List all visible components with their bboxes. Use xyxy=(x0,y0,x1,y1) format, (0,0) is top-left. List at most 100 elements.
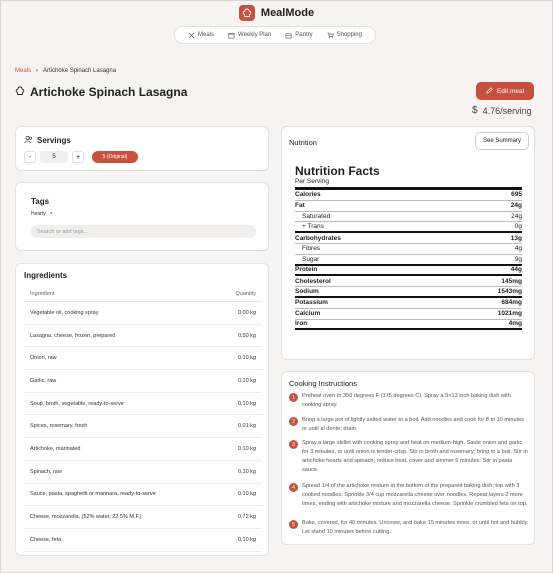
nutrient-label: Saturated xyxy=(302,212,331,220)
page-title: Artichoke Spinach Lasagna xyxy=(30,85,188,99)
nutrient-label: Iron xyxy=(295,320,308,328)
servings-input[interactable]: 5 xyxy=(40,151,68,163)
nutrient-label: Sodium xyxy=(295,288,319,296)
instruction-step: 1 Preheat oven to 350 degrees F (175 degr… xyxy=(289,392,529,410)
table-row: Soup, broth, vegetable, ready-to-serve 0.… xyxy=(24,393,262,416)
pencil-icon xyxy=(486,86,493,96)
nutrient-label: Protein xyxy=(295,266,318,274)
ingredient-quantity: 0.10 kg xyxy=(237,400,256,407)
nav-item-weekly-plan[interactable]: Weekly Plan xyxy=(228,32,271,39)
ingredients-card: Ingredients Ingredient Quantity Vegetabl… xyxy=(15,263,269,556)
ingredient-name: Spinach, raw xyxy=(30,468,62,475)
nutrient-label: Fibres xyxy=(302,245,321,253)
nutrient-value: 44g xyxy=(510,266,522,274)
nutrition-row: Fat 24g xyxy=(295,201,522,212)
nav-item-meals[interactable]: Meals xyxy=(188,32,214,39)
nutrition-row: Carbohydrates 13g xyxy=(295,233,522,244)
table-row: Artichoke, marinated 0.10 kg xyxy=(24,438,262,461)
nutrient-label: Calcium xyxy=(295,310,321,318)
reset-original-servings-button[interactable]: 5 (Original) xyxy=(92,151,138,163)
cart-icon xyxy=(327,32,334,38)
step-text: Spray a large skillet with cooking spray… xyxy=(302,440,528,473)
nutrient-value: 9g xyxy=(514,255,522,263)
nutrient-value: 0g xyxy=(514,223,522,231)
calendar-icon xyxy=(228,32,235,38)
table-row: Spices, rosemary, fresh 0.01 kg xyxy=(24,415,262,439)
nutrition-row: Saturated 24g xyxy=(295,212,522,223)
step-text: Bring a large pot of lightly salted wate… xyxy=(302,417,525,432)
servings-card: Servings - 5 + 5 (Original) xyxy=(15,126,269,171)
tags-title: Tags xyxy=(31,197,50,206)
ingredient-name: Cheese, feta xyxy=(30,536,62,543)
nutrition-title: Nutrition xyxy=(289,138,317,147)
nutrition-row: Calcium 1021mg xyxy=(295,309,522,320)
nutrition-row: + Trans 0g xyxy=(295,222,522,234)
instruction-step: 3 Spray a large skillet with cooking spra… xyxy=(289,439,529,475)
ingredient-quantity: 0.72 kg xyxy=(237,514,256,521)
step-number: 2 xyxy=(289,417,298,426)
ingredient-name: Vegetable oil, cooking spray xyxy=(30,309,99,316)
nutrient-label: Cholesterol xyxy=(295,277,331,285)
table-row: Spinach, raw 0.10 kg xyxy=(24,461,262,484)
table-header: Ingredient Quantity xyxy=(24,286,262,302)
nutrition-row: Iron 4mg xyxy=(295,320,522,331)
tags-card: Tags Hearty × Search or add tags... xyxy=(15,182,269,251)
step-number: 1 xyxy=(289,393,298,402)
table-row: Sauce, pasta, spaghetti or marinara, rea… xyxy=(24,484,262,507)
cooking-instructions-card: Cooking Instructions 1 Preheat oven to 35… xyxy=(281,371,535,545)
ingredients-title: Ingredients xyxy=(24,271,68,280)
step-text: Bake, covered, for 40 minutes. Uncover, … xyxy=(302,520,529,535)
ingredient-name: Lasagna, cheese, frozen, prepared xyxy=(30,332,116,339)
nutrient-value: 145mg xyxy=(501,277,522,285)
ingredient-quantity: 0.10 kg xyxy=(237,355,256,362)
see-summary-button[interactable]: See Summary xyxy=(475,132,529,150)
step-text: Preheat oven to 350 degrees F (175 degre… xyxy=(302,393,511,408)
brand[interactable]: MealMode xyxy=(0,5,553,21)
nutrition-facts-title: Nutrition Facts xyxy=(295,164,380,178)
nutrient-value: 1021mg xyxy=(497,310,522,318)
chef-hat-icon xyxy=(238,5,255,21)
tag-search-input[interactable]: Search or add tags... xyxy=(31,225,256,238)
nutrient-label: Fat xyxy=(295,202,305,210)
ingredient-quantity: 0.01 kg xyxy=(237,423,256,430)
chef-hat-icon xyxy=(15,83,25,101)
remove-tag-icon[interactable]: × xyxy=(50,211,53,217)
nutrient-label: Potassium xyxy=(295,299,328,307)
ingredient-quantity: 0.00 kg xyxy=(237,309,256,316)
increase-servings-button[interactable]: + xyxy=(72,151,84,163)
nutrient-value: 13g xyxy=(510,234,522,242)
step-text: Spread 1/4 of the artichoke mixture in t… xyxy=(302,483,528,507)
table-row: Lasagna, cheese, frozen, prepared 0.50 kg xyxy=(24,325,262,348)
ingredients-table: Ingredient Quantity Vegetable oil, cooki… xyxy=(24,286,262,552)
ingredient-quantity: 0.10 kg xyxy=(237,468,256,475)
ingredient-name: Sauce, pasta, spaghetti or marinara, rea… xyxy=(30,491,156,498)
ingredient-name: Garlic, raw xyxy=(30,377,57,384)
ingredient-quantity: 0.10 kg xyxy=(237,491,256,498)
brand-name: MealMode xyxy=(260,7,315,19)
instruction-step: 2 Bring a large pot of lightly salted wat… xyxy=(289,416,529,434)
decrease-servings-button[interactable]: - xyxy=(24,151,36,163)
nav-item-shopping[interactable]: Shopping xyxy=(327,32,362,39)
nutrition-row: Calories 695 xyxy=(295,190,522,201)
nutrient-value: 4g xyxy=(514,245,522,253)
price-per-serving: $ 4.76/serving xyxy=(472,105,532,116)
table-row: Onion, raw 0.10 kg xyxy=(24,347,262,371)
ingredient-name: Soup, broth, vegetable, ready-to-serve xyxy=(30,400,124,407)
ingredient-name: Spices, rosemary, fresh xyxy=(30,423,88,430)
servings-stepper: - 5 + 5 (Original) xyxy=(24,151,138,163)
table-row: Cheese, feta 0.10 kg xyxy=(24,529,262,552)
table-row: Garlic, raw 0.10 kg xyxy=(24,370,262,393)
ingredient-quantity: 0.10 kg xyxy=(237,377,256,384)
nav-item-pantry[interactable]: Pantry xyxy=(285,32,313,39)
edit-meal-button[interactable]: Edit meal xyxy=(476,82,534,100)
servings-header: Servings xyxy=(24,135,71,146)
utensils-icon xyxy=(188,32,195,38)
step-number: 4 xyxy=(289,483,298,492)
table-row: Cheese, mozzarella, (52% water, 22.5% M.… xyxy=(24,506,262,529)
table-row: Vegetable oil, cooking spray 0.00 kg xyxy=(24,302,262,325)
breadcrumb-current: Artichoke Spinach Lasagna xyxy=(43,68,117,74)
nutrition-row: Fibres 4g xyxy=(295,244,522,255)
breadcrumb-meals-link[interactable]: Meals xyxy=(15,68,31,74)
nutrient-label: Carbohydrates xyxy=(295,234,341,242)
page-header: Artichoke Spinach Lasagna xyxy=(15,83,187,101)
